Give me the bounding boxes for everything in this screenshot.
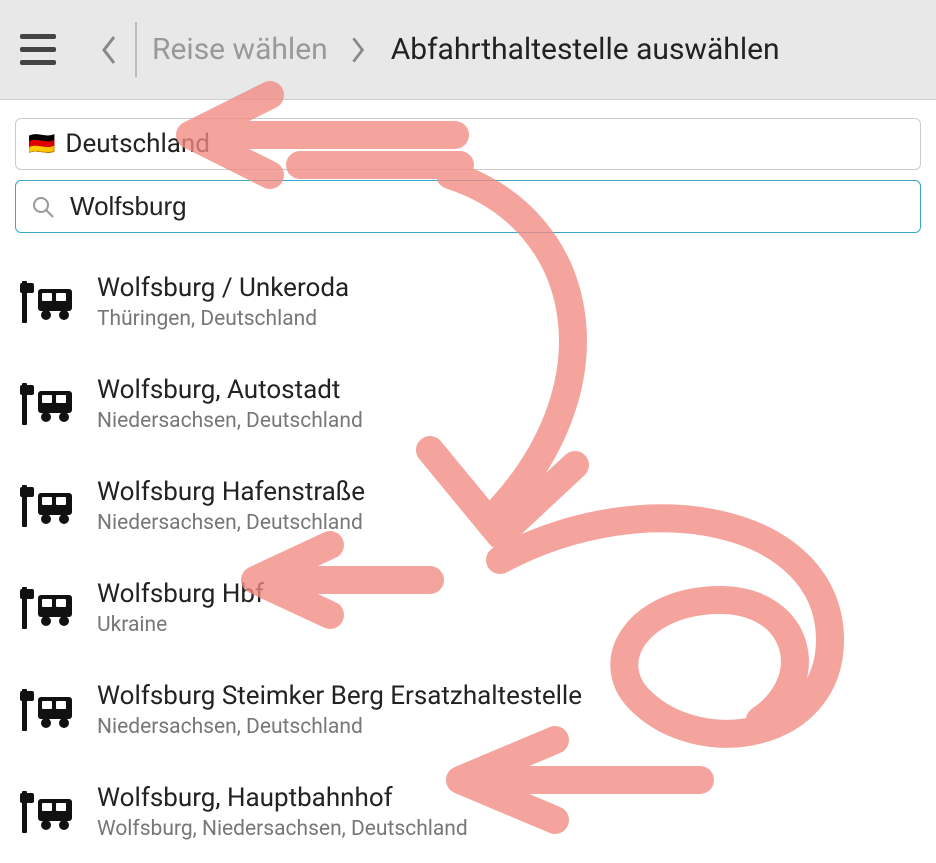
result-item[interactable]: Wolfsburg Hbf Ukraine (15, 557, 921, 659)
menu-icon[interactable] (20, 30, 60, 70)
result-subtitle: Wolfsburg, Niedersachsen, Deutschland (97, 817, 468, 841)
header-bar: Reise wählen Abfahrthaltestelle auswähle… (0, 0, 936, 100)
country-label: Deutschland (65, 129, 210, 159)
search-input[interactable] (70, 191, 905, 222)
result-subtitle: Niedersachsen, Deutschland (97, 409, 363, 433)
result-item[interactable]: Wolfsburg Steimker Berg Ersatzhaltestell… (15, 659, 921, 761)
flag-icon: 🇩🇪 (28, 132, 55, 157)
bus-stop-icon (20, 485, 72, 527)
result-subtitle: Thüringen, Deutschland (97, 307, 349, 331)
bus-stop-icon (20, 689, 72, 731)
result-subtitle: Niedersachsen, Deutschland (97, 511, 365, 535)
search-icon (31, 195, 55, 219)
result-item[interactable]: Wolfsburg, Hauptbahnhof Wolfsburg, Niede… (15, 761, 921, 863)
breadcrumb-previous[interactable]: Reise wählen (152, 32, 328, 67)
result-item[interactable]: Wolfsburg Hafenstraße Niedersachsen, Deu… (15, 455, 921, 557)
search-box[interactable] (15, 180, 921, 233)
bus-stop-icon (20, 383, 72, 425)
result-title: Wolfsburg, Hauptbahnhof (97, 783, 468, 813)
result-subtitle: Niedersachsen, Deutschland (97, 715, 582, 739)
back-button[interactable] (100, 35, 120, 65)
result-subtitle: Ukraine (97, 613, 264, 637)
bus-stop-icon (20, 587, 72, 629)
result-title: Wolfsburg / Unkeroda (97, 273, 349, 303)
bus-stop-icon (20, 281, 72, 323)
result-title: Wolfsburg, Autostadt (97, 375, 363, 405)
result-title: Wolfsburg Hafenstraße (97, 477, 365, 507)
results-list: Wolfsburg / Unkeroda Thüringen, Deutschl… (0, 251, 936, 863)
result-title: Wolfsburg Steimker Berg Ersatzhaltestell… (97, 681, 582, 711)
chevron-right-icon (348, 36, 366, 64)
result-item[interactable]: Wolfsburg, Autostadt Niedersachsen, Deut… (15, 353, 921, 455)
bus-stop-icon (20, 791, 72, 833)
breadcrumb-current: Abfahrthaltestelle auswählen (391, 32, 780, 67)
divider (135, 22, 137, 77)
country-selector[interactable]: 🇩🇪 Deutschland (15, 118, 921, 170)
result-title: Wolfsburg Hbf (97, 579, 264, 609)
result-item[interactable]: Wolfsburg / Unkeroda Thüringen, Deutschl… (15, 251, 921, 353)
